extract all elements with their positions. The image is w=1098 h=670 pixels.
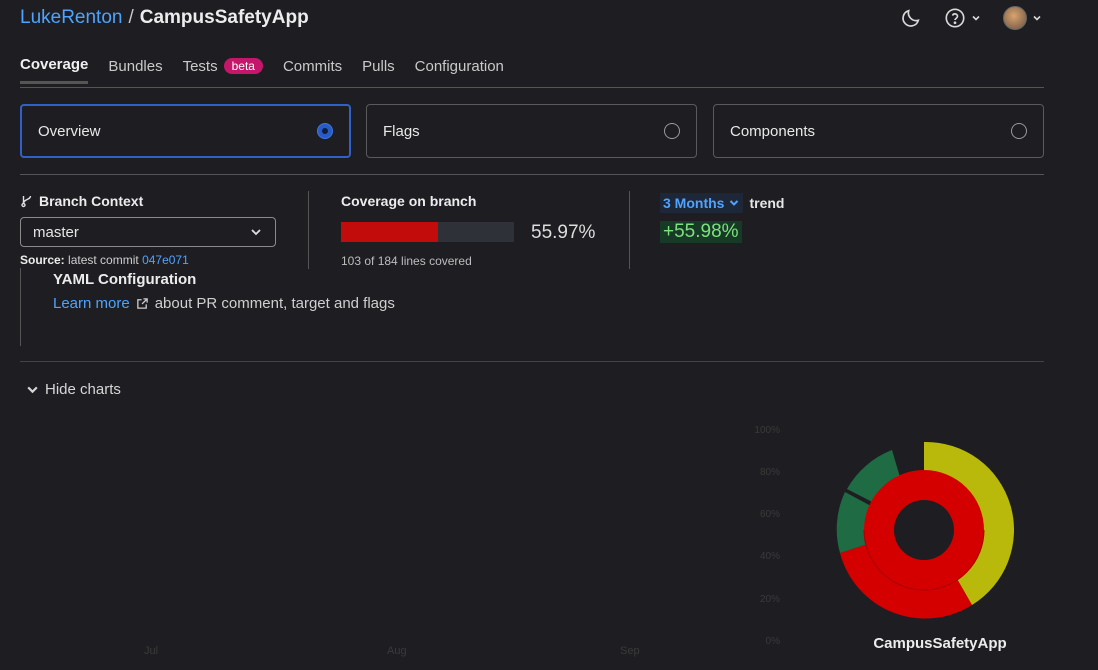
chevron-down-icon	[972, 15, 980, 21]
yaml-divider	[20, 268, 21, 346]
section-divider	[20, 361, 1044, 362]
flags-card[interactable]: Flags	[366, 104, 697, 158]
flags-card-label: Flags	[383, 122, 420, 140]
source-line: Source: latest commit 047e071	[20, 253, 189, 267]
branch-select[interactable]: master	[20, 217, 276, 247]
beta-badge: beta	[223, 58, 263, 74]
tab-pulls[interactable]: Pulls	[362, 56, 395, 84]
yaml-title: YAML Configuration	[53, 271, 197, 288]
coverage-progress-fill	[341, 222, 438, 242]
components-radio[interactable]	[1011, 123, 1027, 139]
trend-range-select[interactable]: 3 Months	[660, 193, 744, 213]
summary-divider	[629, 191, 630, 269]
summary-divider	[308, 191, 309, 269]
hide-charts-label: Hide charts	[45, 381, 121, 398]
source-label: Source:	[20, 253, 65, 267]
trend-label: trend	[749, 195, 785, 211]
repo-tabs: Coverage Bundles Tests beta Commits Pull…	[20, 56, 504, 84]
branch-context-title: Branch Context	[39, 193, 144, 209]
moon-icon	[902, 9, 920, 27]
y-tick: 60%	[759, 509, 780, 520]
coverage-percent: 55.97%	[531, 222, 596, 243]
trend-range-label: 3 Months	[663, 195, 725, 211]
chevron-down-icon	[1033, 15, 1041, 21]
branch-context-heading: Branch Context	[20, 193, 143, 209]
coverage-lines: 103 of 184 lines covered	[341, 254, 472, 268]
breadcrumb: LukeRenton / CampusSafetyApp	[20, 7, 309, 29]
chevron-down-icon	[730, 200, 739, 206]
external-link-icon	[136, 298, 148, 309]
owner-link[interactable]: LukeRenton	[20, 7, 122, 29]
y-tick: 20%	[759, 594, 780, 605]
sunburst-title: CampusSafetyApp	[873, 635, 1007, 652]
x-tick: Aug	[387, 645, 407, 657]
avatar	[1003, 6, 1027, 30]
repo-name: CampusSafetyApp	[139, 7, 309, 28]
learn-more-link[interactable]: Learn more	[53, 295, 130, 312]
header-actions	[900, 6, 1042, 30]
x-tick: Jul	[144, 645, 159, 657]
tab-tests[interactable]: Tests beta	[183, 56, 263, 84]
branch-icon	[21, 195, 32, 208]
flags-radio[interactable]	[664, 123, 680, 139]
tab-bundles[interactable]: Bundles	[108, 56, 162, 84]
tab-commits[interactable]: Commits	[283, 56, 342, 84]
sunburst-center-hole	[894, 500, 954, 560]
overview-radio[interactable]	[317, 123, 333, 139]
components-card[interactable]: Components	[713, 104, 1044, 158]
help-menu-button[interactable]	[944, 7, 981, 29]
tabs-divider	[20, 87, 1044, 88]
y-tick: 80%	[759, 467, 780, 478]
yaml-text: about PR comment, target and flags	[154, 295, 395, 312]
user-menu-button[interactable]	[1003, 6, 1042, 30]
commit-link[interactable]: 047e071	[142, 253, 189, 267]
coverage-progress-bar	[341, 222, 514, 242]
overview-card-label: Overview	[38, 122, 101, 140]
tab-coverage[interactable]: Coverage	[20, 56, 89, 84]
coverage-sunburst[interactable]	[834, 440, 1014, 620]
theme-toggle-button[interactable]	[900, 7, 922, 29]
chevron-down-icon	[27, 386, 38, 394]
breadcrumb-separator: /	[128, 7, 134, 28]
components-card-label: Components	[730, 122, 816, 140]
y-tick: 40%	[759, 551, 780, 562]
overview-card[interactable]: Overview	[20, 104, 351, 158]
x-tick: Sep	[620, 645, 640, 657]
y-tick: 0%	[765, 636, 780, 647]
trend-heading: 3 Months trend	[660, 193, 784, 213]
chevron-down-icon	[251, 229, 261, 236]
yaml-description: Learn more about PR comment, target and …	[53, 295, 395, 312]
source-text: latest commit	[68, 253, 139, 267]
hide-charts-button[interactable]: Hide charts	[26, 381, 121, 398]
tab-tests-label: Tests	[182, 57, 218, 75]
trend-value: +55.98%	[660, 221, 742, 243]
branch-select-value: master	[33, 223, 79, 241]
help-icon	[945, 8, 965, 28]
cards-divider	[20, 174, 1044, 175]
coverage-title: Coverage on branch	[341, 193, 477, 209]
tab-configuration[interactable]: Configuration	[415, 56, 504, 84]
y-tick: 100%	[754, 425, 780, 436]
